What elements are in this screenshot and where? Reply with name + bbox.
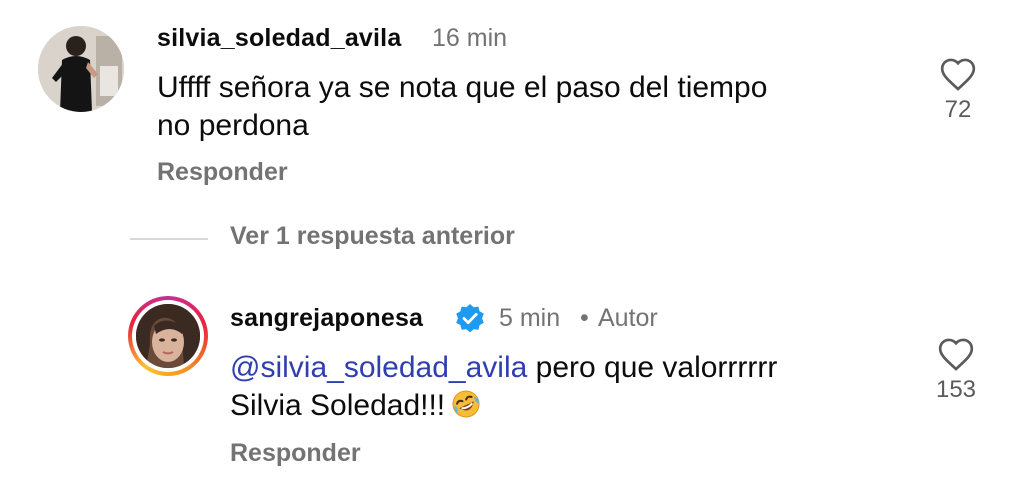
comment-username[interactable]: silvia_soledad_avila bbox=[157, 24, 401, 53]
like-count: 72 bbox=[944, 96, 972, 123]
heart-icon[interactable] bbox=[939, 56, 977, 92]
reply-button[interactable]: Responder bbox=[230, 439, 361, 468]
view-replies-button[interactable]: Ver 1 respuesta anterior bbox=[230, 222, 515, 251]
comment-time: 16 min bbox=[432, 24, 508, 52]
like-count: 153 bbox=[935, 376, 977, 403]
comment-username[interactable]: sangrejaponesa bbox=[230, 304, 423, 333]
rolling-laughing-emoji-icon bbox=[452, 390, 480, 418]
thread-line bbox=[130, 238, 208, 240]
like-button[interactable]: 72 bbox=[928, 56, 988, 124]
comment-text-line-1: @silvia_soledad_avila pero que valorrrrr… bbox=[230, 349, 777, 387]
comment-time: 5 min bbox=[499, 304, 561, 332]
comment-text-line-2: Silvia Soledad!!! bbox=[230, 387, 481, 425]
comment-text-line-2: no perdona bbox=[157, 109, 309, 142]
avatar-silvia[interactable] bbox=[38, 26, 124, 112]
comment-text: Silvia Soledad!!! bbox=[230, 389, 446, 422]
heart-icon[interactable] bbox=[937, 336, 975, 372]
mention-link[interactable]: @silvia_soledad_avila bbox=[230, 351, 527, 384]
like-button[interactable]: 153 bbox=[926, 336, 986, 404]
meta-separator: • bbox=[580, 304, 589, 332]
reply-button[interactable]: Responder bbox=[157, 158, 288, 187]
comment-text-rest: pero que valorrrrrr bbox=[527, 351, 778, 384]
avatar-sangrejaponesa[interactable] bbox=[136, 304, 200, 368]
author-badge: Autor bbox=[598, 304, 658, 332]
comment-text-line-1: Uffff señora ya se nota que el paso del … bbox=[157, 71, 768, 104]
verified-badge-icon bbox=[456, 304, 484, 333]
